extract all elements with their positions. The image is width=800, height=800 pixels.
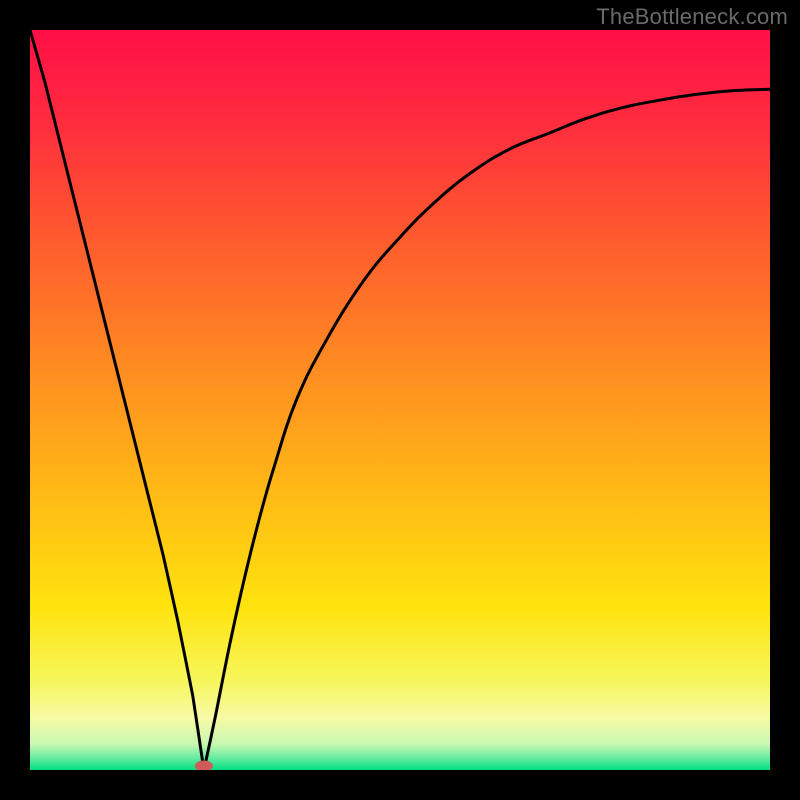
- watermark-text: TheBottleneck.com: [596, 4, 788, 30]
- chart-frame: TheBottleneck.com: [0, 0, 800, 800]
- plot-area: [30, 30, 770, 770]
- bottleneck-curve-chart: [30, 30, 770, 770]
- gradient-background: [30, 30, 770, 770]
